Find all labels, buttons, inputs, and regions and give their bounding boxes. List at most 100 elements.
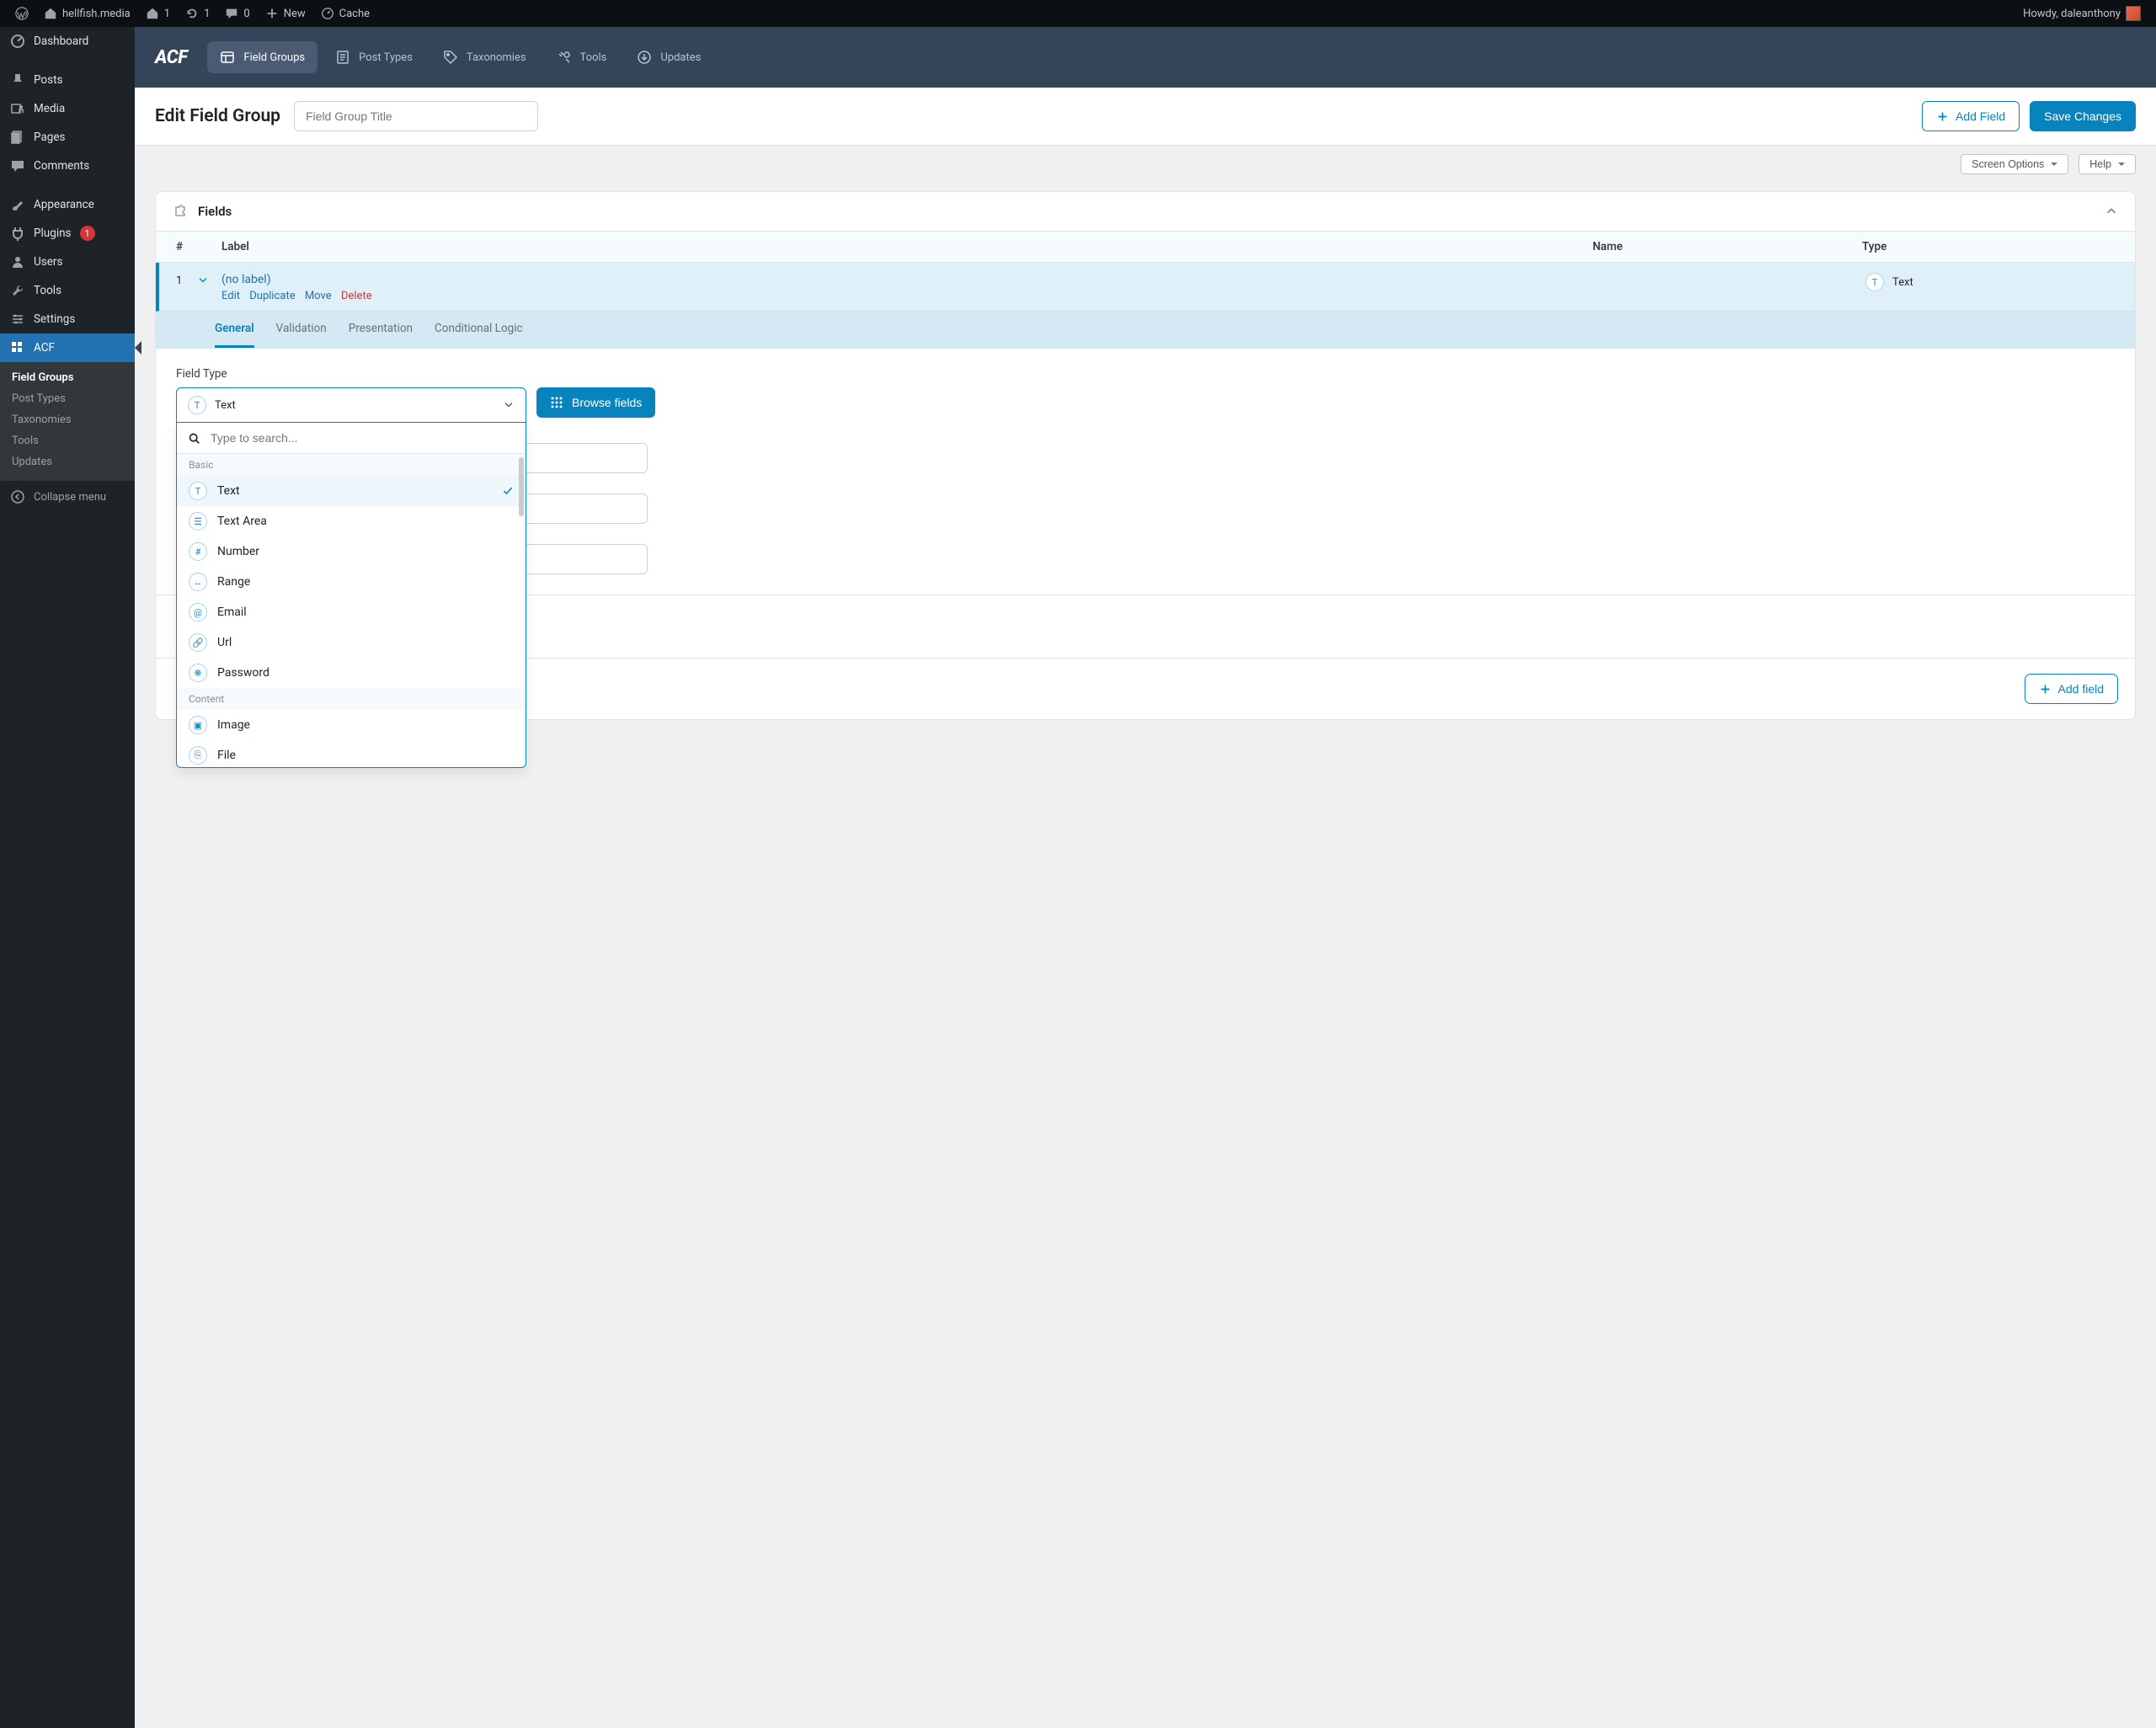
field-type-label: Field Type	[176, 367, 2115, 381]
field-group-title-input[interactable]	[294, 101, 538, 131]
help-toggle[interactable]: Help	[2079, 154, 2136, 174]
acf-submenu: Field GroupsPost TypesTaxonomiesToolsUpd…	[0, 362, 135, 481]
sidebar-item-label: Tools	[34, 284, 61, 297]
scrollbar[interactable]	[519, 457, 524, 516]
submenu-item[interactable]: Post Types	[0, 388, 135, 409]
add-field-button[interactable]: Add Field	[1922, 101, 2020, 131]
field-type-select[interactable]: T Text	[176, 387, 526, 423]
caret-down-icon	[2118, 163, 2125, 169]
site-link[interactable]: hellfish.media	[37, 0, 137, 27]
page-header: Edit Field Group Add Field Save Changes	[135, 88, 2156, 146]
sidebar-item-dashboard[interactable]: Dashboard	[0, 27, 135, 56]
dropdown-option[interactable]: ▣Image	[177, 710, 526, 740]
comment-icon	[10, 158, 25, 173]
sidebar-item-appearance[interactable]: Appearance	[0, 190, 135, 219]
check-icon	[502, 485, 514, 497]
wrench-icon	[10, 283, 25, 298]
row-actions: Edit Duplicate Move Delete	[221, 290, 1596, 302]
sidebar-item-tools[interactable]: Tools	[0, 276, 135, 305]
new-content[interactable]: New	[259, 0, 312, 27]
wp-logo[interactable]	[8, 0, 35, 27]
my-account[interactable]: Howdy, daleanthony	[2016, 0, 2148, 27]
fields-panel-header[interactable]: Fields	[156, 192, 2135, 232]
tab-general[interactable]: General	[215, 312, 254, 348]
add-field-footer-button[interactable]: Add field	[2025, 674, 2118, 704]
sidebar-item-users[interactable]: Users	[0, 248, 135, 276]
sidebar-item-comments[interactable]: Comments	[0, 152, 135, 180]
sidebar-item-label: Posts	[34, 73, 62, 87]
move-action[interactable]: Move	[305, 290, 332, 302]
acf-tab-tools[interactable]: Tools	[544, 41, 620, 73]
dropdown-search	[177, 423, 526, 454]
plus-icon	[265, 7, 279, 20]
tab-presentation[interactable]: Presentation	[349, 312, 413, 348]
comments-count[interactable]: 0	[218, 0, 256, 27]
fields-panel: Fields # Label Name Type 1 (no label) Ed…	[155, 191, 2136, 720]
sidebar-item-posts[interactable]: Posts	[0, 66, 135, 94]
pin-icon	[10, 72, 25, 88]
howdy-text: Howdy, daleanthony	[2023, 8, 2121, 20]
sidebar-item-label: ACF	[34, 341, 55, 355]
sliders-icon	[10, 312, 25, 327]
acf-tab-post-types[interactable]: Post Types	[323, 41, 425, 73]
dropdown-option[interactable]: @Email	[177, 597, 526, 627]
submenu-item[interactable]: Taxonomies	[0, 409, 135, 430]
site-name: hellfish.media	[62, 8, 131, 20]
layout-icon	[220, 50, 235, 65]
collapse-menu[interactable]: Collapse menu	[0, 481, 135, 513]
field-type-cell: T Text	[1865, 273, 2118, 291]
sidebar-item-pages[interactable]: Pages	[0, 123, 135, 152]
dropdown-option[interactable]: 🔗Url	[177, 627, 526, 658]
field-type-icon: #	[189, 542, 207, 561]
sidebar-item-acf[interactable]: ACF	[0, 333, 135, 362]
collapse-icon	[10, 489, 25, 504]
dropdown-search-input[interactable]	[209, 430, 515, 445]
dropdown-option[interactable]: TText	[177, 476, 526, 506]
cache-link[interactable]: Cache	[314, 0, 376, 27]
field-type-icon: ☰	[189, 512, 207, 531]
field-type-icon: T	[189, 482, 207, 500]
tab-conditional-logic[interactable]: Conditional Logic	[435, 312, 523, 348]
submenu-item[interactable]: Updates	[0, 451, 135, 472]
brush-icon	[10, 197, 25, 212]
post-icon	[335, 50, 350, 65]
media-icon	[10, 101, 25, 116]
save-changes-button[interactable]: Save Changes	[2030, 101, 2136, 131]
chevron-down-icon	[503, 399, 515, 411]
field-row-handle[interactable]: 1	[176, 273, 221, 302]
duplicate-action[interactable]: Duplicate	[249, 290, 295, 302]
acf-tab-taxonomies[interactable]: Taxonomies	[430, 41, 539, 73]
tab-validation[interactable]: Validation	[276, 312, 327, 348]
sidebar-item-label: Dashboard	[34, 35, 88, 48]
search-icon	[188, 432, 200, 445]
chevron-down-icon[interactable]	[197, 275, 209, 286]
delete-action[interactable]: Delete	[341, 290, 372, 302]
screen-options-toggle[interactable]: Screen Options	[1961, 154, 2068, 174]
dropdown-list[interactable]: BasicTText☰Text Area#Number↔Range@Email🔗…	[177, 454, 526, 767]
acf-tab-updates[interactable]: Updates	[624, 41, 713, 73]
updates-count[interactable]: 1	[179, 0, 216, 27]
dropdown-option[interactable]: ↔Range	[177, 567, 526, 597]
site-count[interactable]: 1	[139, 0, 177, 27]
field-type-icon: @	[189, 603, 207, 621]
sidebar-item-plugins[interactable]: Plugins1	[0, 219, 135, 248]
dropdown-option[interactable]: ⎘File	[177, 740, 526, 767]
dropdown-option[interactable]: #Number	[177, 536, 526, 567]
edit-action[interactable]: Edit	[221, 290, 240, 302]
sidebar-item-label: Settings	[34, 312, 75, 326]
fields-heading: Fields	[198, 204, 232, 219]
submenu-item[interactable]: Field Groups	[0, 367, 135, 388]
submenu-item[interactable]: Tools	[0, 430, 135, 451]
field-settings-tabs: General Validation Presentation Conditional…	[156, 312, 2135, 349]
avatar-icon	[2126, 6, 2141, 21]
browse-fields-button[interactable]: Browse fields	[536, 387, 655, 418]
dropdown-option[interactable]: ❋Password	[177, 658, 526, 688]
field-label-link[interactable]: (no label)	[221, 273, 271, 286]
field-type-icon: ↔	[189, 573, 207, 591]
acf-tab-field-groups[interactable]: Field Groups	[207, 41, 318, 73]
dropdown-option[interactable]: ☰Text Area	[177, 506, 526, 536]
sidebar-item-media[interactable]: Media	[0, 94, 135, 123]
sidebar-item-settings[interactable]: Settings	[0, 305, 135, 333]
sidebar-item-label: Media	[34, 102, 65, 115]
main-content: ACF Field GroupsPost TypesTaxonomiesTool…	[135, 27, 2156, 1728]
